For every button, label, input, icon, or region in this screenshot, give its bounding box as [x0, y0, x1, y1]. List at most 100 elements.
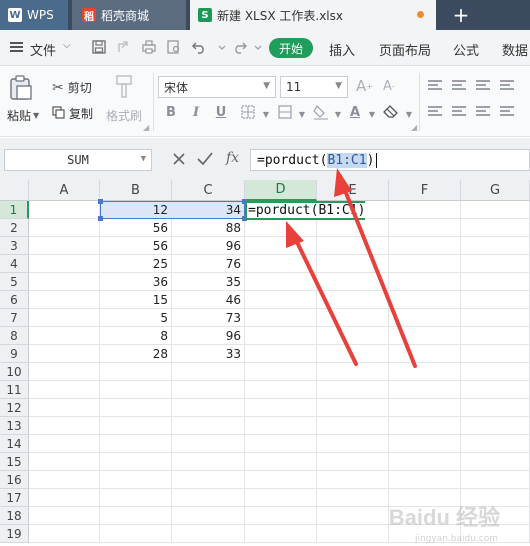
chevron-down-icon[interactable]: ▼: [257, 105, 275, 123]
underline-icon[interactable]: U: [212, 103, 230, 121]
cell-g12[interactable]: [461, 399, 530, 417]
row-header[interactable]: 18: [0, 507, 29, 525]
cell-a18[interactable]: [29, 507, 100, 525]
font-expand-icon[interactable]: ◢: [411, 123, 417, 132]
cell-e6[interactable]: [317, 291, 389, 309]
undo-icon[interactable]: [191, 39, 207, 55]
cell-c15[interactable]: [172, 453, 245, 471]
chevron-down-icon[interactable]: [250, 39, 266, 55]
cell-a10[interactable]: [29, 363, 100, 381]
cell-a2[interactable]: [29, 219, 100, 237]
cell-b15[interactable]: [100, 453, 172, 471]
merge-cells-icon[interactable]: [276, 103, 294, 121]
column-header-d[interactable]: D: [245, 180, 317, 201]
cell-b9[interactable]: 28: [100, 345, 172, 363]
unsaved-dot-icon[interactable]: [417, 11, 424, 18]
cell-c12[interactable]: [172, 399, 245, 417]
cell-c13[interactable]: [172, 417, 245, 435]
justify-icon[interactable]: [500, 106, 514, 116]
tab-start[interactable]: 开始: [269, 38, 313, 58]
cell-c17[interactable]: [172, 489, 245, 507]
column-header-e[interactable]: E: [317, 180, 389, 201]
range-handle[interactable]: [98, 199, 103, 204]
align-top-icon[interactable]: [428, 80, 442, 90]
cell-c6[interactable]: 46: [172, 291, 245, 309]
cell-b10[interactable]: [100, 363, 172, 381]
cell-d16[interactable]: [245, 471, 317, 489]
cell-g1[interactable]: [461, 201, 530, 219]
row-header[interactable]: 9: [0, 345, 29, 363]
chevron-down-icon[interactable]: ▼: [329, 105, 347, 123]
cell-e11[interactable]: [317, 381, 389, 399]
cell-e15[interactable]: [317, 453, 389, 471]
cell-f7[interactable]: [389, 309, 461, 327]
cell-e18[interactable]: [317, 507, 389, 525]
cell-d15[interactable]: [245, 453, 317, 471]
cell-b4[interactable]: 25: [100, 255, 172, 273]
tab-data[interactable]: 数据: [502, 40, 528, 59]
formula-input[interactable]: =porduct(B1:C1): [250, 149, 530, 171]
cell-c9[interactable]: 33: [172, 345, 245, 363]
row-header[interactable]: 11: [0, 381, 29, 399]
cell-f9[interactable]: [389, 345, 461, 363]
cell-b18[interactable]: [100, 507, 172, 525]
italic-icon[interactable]: I: [187, 103, 205, 121]
align-center-icon[interactable]: [452, 106, 466, 116]
cell-a14[interactable]: [29, 435, 100, 453]
column-header-a[interactable]: A: [29, 180, 100, 201]
cell-e5[interactable]: [317, 273, 389, 291]
cell-g16[interactable]: [461, 471, 530, 489]
paste-icon[interactable]: [9, 75, 33, 101]
cell-e2[interactable]: [317, 219, 389, 237]
fill-color-icon[interactable]: [312, 103, 330, 121]
row-header[interactable]: 14: [0, 435, 29, 453]
cell-b12[interactable]: [100, 399, 172, 417]
chevron-down-icon[interactable]: ▼: [293, 105, 311, 123]
cell-d3[interactable]: [245, 237, 317, 255]
cell-g15[interactable]: [461, 453, 530, 471]
border-icon[interactable]: [239, 103, 257, 121]
cell-f4[interactable]: [389, 255, 461, 273]
cell-d9[interactable]: [245, 345, 317, 363]
cell-c14[interactable]: [172, 435, 245, 453]
cell-a6[interactable]: [29, 291, 100, 309]
cell-c8[interactable]: 96: [172, 327, 245, 345]
cell-f2[interactable]: [389, 219, 461, 237]
new-tab-button[interactable]: +: [446, 0, 476, 30]
cell-f11[interactable]: [389, 381, 461, 399]
align-bottom-icon[interactable]: [476, 80, 490, 90]
row-header[interactable]: 15: [0, 453, 29, 471]
tab-wps[interactable]: W WPS: [0, 0, 68, 30]
cell-a17[interactable]: [29, 489, 100, 507]
row-header[interactable]: 2: [0, 219, 29, 237]
font-size-select[interactable]: 11 ▼: [280, 76, 348, 98]
cell-f10[interactable]: [389, 363, 461, 381]
cell-f14[interactable]: [389, 435, 461, 453]
cell-d5[interactable]: [245, 273, 317, 291]
cell-f8[interactable]: [389, 327, 461, 345]
cell-b6[interactable]: 15: [100, 291, 172, 309]
cell-e3[interactable]: [317, 237, 389, 255]
cell-d12[interactable]: [245, 399, 317, 417]
cell-g10[interactable]: [461, 363, 530, 381]
cell-f5[interactable]: [389, 273, 461, 291]
cell-a5[interactable]: [29, 273, 100, 291]
cell-b8[interactable]: 8: [100, 327, 172, 345]
cell-b3[interactable]: 56: [100, 237, 172, 255]
row-header[interactable]: 6: [0, 291, 29, 309]
cell-e17[interactable]: [317, 489, 389, 507]
row-header[interactable]: 5: [0, 273, 29, 291]
row-header[interactable]: 1: [0, 201, 29, 219]
cell-c16[interactable]: [172, 471, 245, 489]
paste-button[interactable]: 粘贴 ▼: [7, 107, 39, 124]
cut-button[interactable]: ✂ 剪切: [52, 79, 92, 96]
hamburger-icon[interactable]: [10, 42, 23, 52]
cell-c4[interactable]: 76: [172, 255, 245, 273]
cell-e19[interactable]: [317, 525, 389, 543]
cell-c10[interactable]: [172, 363, 245, 381]
cell-g3[interactable]: [461, 237, 530, 255]
tab-document[interactable]: S 新建 XLSX 工作表.xlsx: [190, 0, 436, 30]
cell-g9[interactable]: [461, 345, 530, 363]
cell-a13[interactable]: [29, 417, 100, 435]
cell-e16[interactable]: [317, 471, 389, 489]
